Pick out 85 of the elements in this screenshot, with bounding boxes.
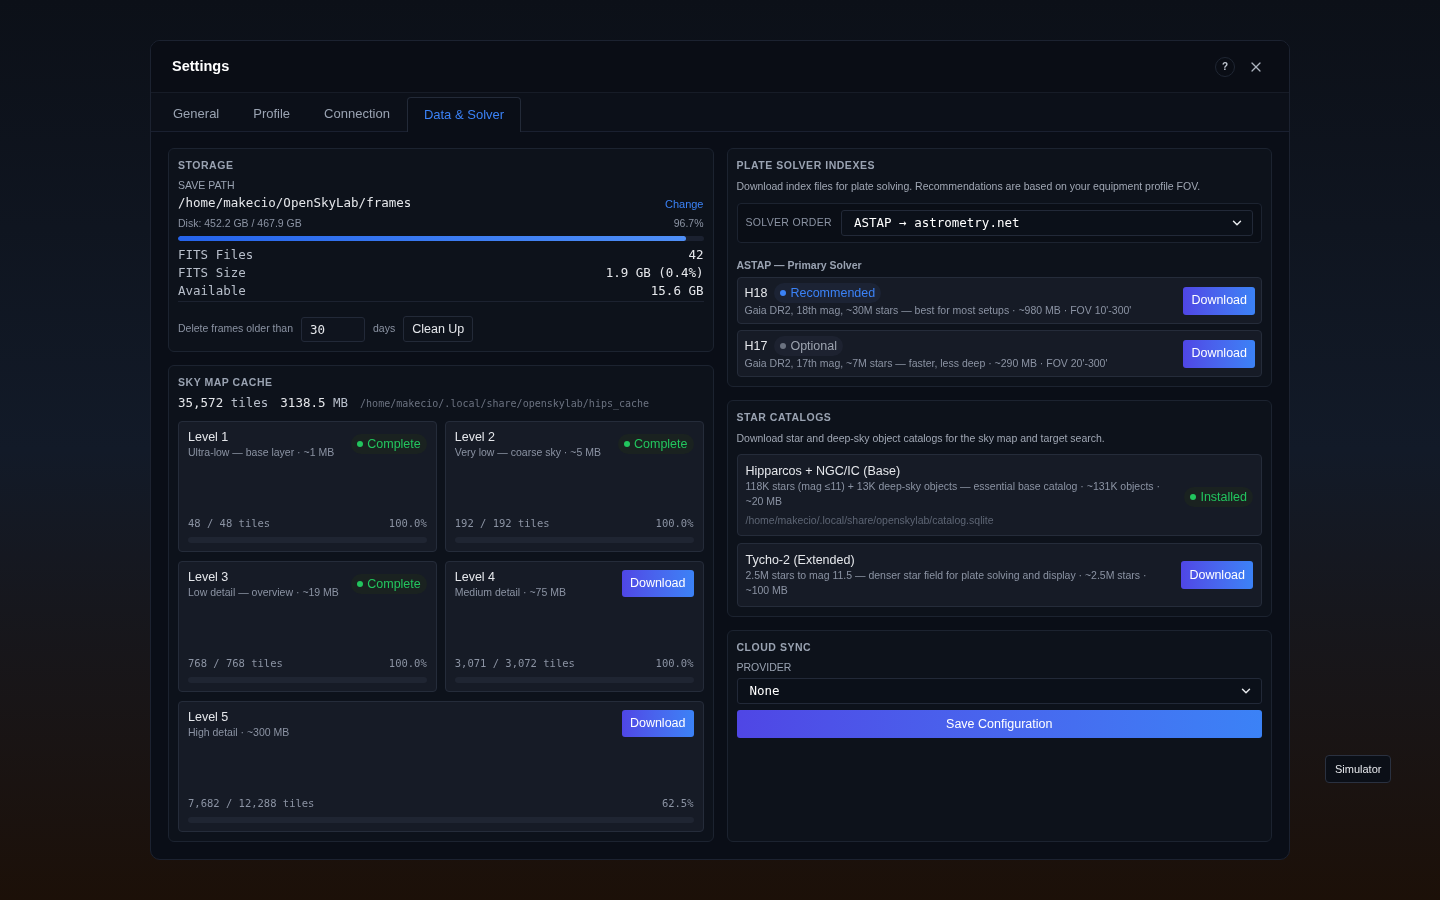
status-dot-icon [1190,494,1197,500]
cache-size: 3138.5 [280,395,326,410]
status-dot-icon [357,440,364,447]
level-name: Level 5 [188,708,230,725]
download-button[interactable]: Download [621,709,694,737]
level-percent-text: 62.5% [661,795,694,810]
status-dot-icon [624,440,630,447]
provider-select[interactable]: None [736,678,1262,704]
size-unit: MB [333,395,349,410]
stat-label: Available [178,282,246,300]
disk-percent: 96.7% [673,217,704,230]
section-heading: SKY MAP CACHE [178,375,274,389]
level-percent-text: 100.0% [388,655,427,670]
save-configuration-button[interactable]: Save Configuration [736,710,1262,738]
catalog-path: /home/makecio/.local/share/openskylab/catalog.sqlite [745,513,995,527]
catalog-name: Tycho-2 (Extended) [745,552,856,568]
level-tile-count: 192 / 192 tiles [454,515,550,530]
save-path: /home/makecio/OpenSkyLab/frames [178,195,412,211]
solver-order-select[interactable]: ASTAP → astrometry.net [840,210,1253,236]
solver-order-label: SOLVER ORDER [745,215,832,231]
status-dot-icon [357,580,364,587]
index-name: H18 [744,285,768,302]
settings-tab[interactable]: General [156,96,237,131]
field-label: PROVIDER [736,661,793,674]
level-name: Level 3 [188,568,230,585]
disk-usage: Disk: 452.2 GB / 467.9 GB [178,217,302,230]
section-description: Download index files for plate solving. Recommendations are based on your equipment profile FOV. [736,179,1202,193]
settings-tab[interactable]: Data & Solver [406,97,522,132]
cleanup-label: Delete frames older than [178,321,293,337]
days-unit: days [373,321,396,337]
level-name: Level 2 [454,428,497,445]
stat-label: FITS Files [178,246,254,264]
status-dot-icon [780,290,787,296]
level-tile-count: 7,682 / 12,288 tiles [188,795,315,810]
section-heading: STORAGE [178,158,235,172]
level-percent-text: 100.0% [655,515,694,530]
catalog-description: 118K stars (mag ≤11) + 13K deep-sky objects — essential base catalog · ~131K objects · ~20 MB [745,479,1161,509]
section-heading: STAR CATALOGS [736,410,833,424]
level-tile-count: 3,071 / 3,072 tiles [454,655,575,670]
change-link[interactable]: Change [664,197,704,211]
status-text: Complete [367,435,421,452]
stat-value: 15.6 GB [650,282,704,300]
field-label: SAVE PATH [178,179,236,192]
tile-count: 35,572 [178,395,224,410]
level-tile-count: 768 / 768 tiles [188,655,283,670]
simulator-tooltip: Simulator [1325,755,1392,783]
status-text: Complete [367,575,421,592]
level-name: Level 4 [454,568,497,585]
status-text: Recommended [790,285,876,301]
level-tile-count: 48 / 48 tiles [188,515,271,530]
index-description: Gaia DR2, 18th mag, ~30M stars — best for most setups · ~980 MB · FOV 10'-300' [744,303,1132,318]
subsection-heading: ASTAP — Primary Solver [736,258,863,272]
section-heading: CLOUD SYNC [736,640,813,654]
level-name: Level 1 [188,428,230,445]
status-text: Complete [634,435,688,452]
days-input[interactable]: 30 [301,316,365,342]
download-button[interactable]: Download [1181,561,1253,589]
index-name: H17 [744,338,768,355]
index-description: Gaia DR2, 17th mag, ~7M stars — faster, less deep · ~290 MB · FOV 20'-300' [744,356,1108,371]
level-description: Very low — coarse sky · ~5 MB [454,444,601,460]
tile-unit: tiles [230,395,269,410]
status-text: Optional [790,338,837,354]
clean-up-button[interactable]: Clean Up [403,316,474,342]
cache-path: /home/makecio/.local/share/openskylab/hips_cache [360,397,650,411]
download-button[interactable]: Download [1183,339,1255,368]
section-description: Download star and deep-sky object catalogs for the sky map and target search. [736,431,1106,445]
level-percent-text: 100.0% [388,515,427,530]
catalog-description: 2.5M stars to mag 11.5 — denser star field for plate solving and display · ~2.5M stars · ~100 MB [745,568,1148,598]
level-description: Low detail — overview · ~19 MB [188,584,339,600]
level-description: Ultra-low — base layer · ~1 MB [188,444,335,460]
stat-value: 1.9 GB (0.4%) [605,264,704,282]
status-text: Installed [1200,489,1247,505]
stat-label: FITS Size [178,264,246,282]
stat-value: 42 [688,246,704,264]
settings-tab[interactable]: Connection [307,96,407,131]
dialog-title: Settings [172,56,230,76]
section-heading: PLATE SOLVER INDEXES [736,158,876,172]
level-description: High detail · ~300 MB [188,724,290,740]
level-percent-text: 100.0% [655,655,694,670]
download-button[interactable]: Download [621,569,694,597]
status-dot-icon [780,343,787,349]
download-button[interactable]: Download [1183,286,1255,315]
settings-tab[interactable]: Profile [236,96,308,131]
level-description: Medium detail · ~75 MB [454,584,566,600]
catalog-name: Hipparcos + NGC/IC (Base) [745,463,902,479]
